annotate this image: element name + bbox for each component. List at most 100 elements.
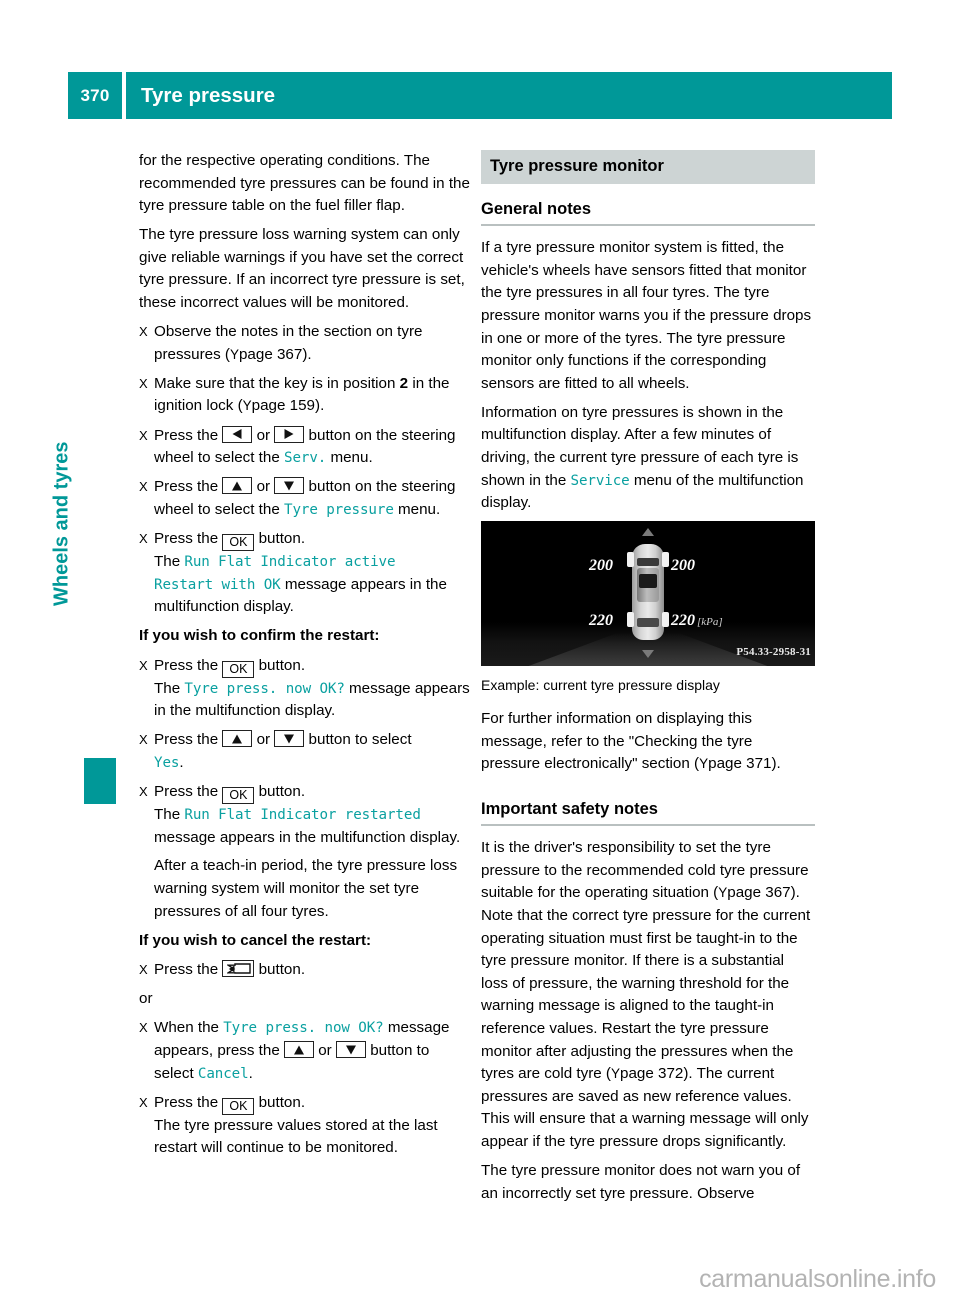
- list-item-sub: The Tyre press. now OK? message appears …: [154, 678, 473, 723]
- list-item-text: When the: [154, 1019, 224, 1037]
- pageref-icon: Y: [699, 756, 709, 772]
- paragraph: for the respective operating conditions.…: [139, 152, 470, 215]
- list-item-text: Press the: [154, 731, 223, 749]
- pressure-value-front-right: 200: [671, 557, 695, 575]
- menu-name: Tyre pressure: [284, 501, 394, 518]
- page-reference: page 372: [620, 1065, 684, 1083]
- display-message: Tyre press. now OK?: [184, 680, 345, 697]
- page-reference: page 367: [727, 884, 791, 902]
- list-item-extra: The tyre pressure values stored at the l…: [154, 1116, 438, 1157]
- paragraph-text: ). Note that the correct tyre pressure f…: [481, 884, 811, 1083]
- figure-image-code: P54.33-2958-31: [736, 645, 811, 658]
- page-reference: page 159: [251, 397, 316, 415]
- rear-direction-arrow-icon: [642, 650, 654, 659]
- chapter-tab-marker: [84, 758, 116, 804]
- car-hood: [637, 558, 659, 567]
- bullet-marker: X: [139, 324, 148, 340]
- display-message: Restart with OK: [154, 576, 281, 593]
- list-item-text-end: ).: [315, 397, 325, 415]
- list-item-text: Press the: [154, 478, 223, 496]
- ok-button-icon: OK: [222, 1097, 255, 1115]
- pressure-value-rear-right: 220: [671, 612, 695, 630]
- vehicle-top-view-icon: [627, 528, 669, 659]
- page-header: 370 Tyre pressure: [68, 72, 892, 119]
- pageref-icon: Y: [718, 885, 728, 901]
- list-item-text: Make sure that the key is in position: [154, 374, 400, 392]
- bullet-marker: X: [139, 1094, 148, 1110]
- bullet-marker: X: [139, 530, 148, 546]
- list-item-text: Press the: [154, 961, 223, 979]
- pageref-icon: Y: [610, 1066, 620, 1082]
- general-notes-heading-wrap: General notes: [481, 198, 815, 227]
- subheading: If you wish to confirm the restart:: [139, 627, 380, 645]
- bullet-marker: X: [139, 479, 148, 495]
- list-item-text-end: message appears in the multifunction dis…: [154, 828, 461, 846]
- tyre-front-left: [627, 552, 634, 568]
- list-item-text: button.: [254, 656, 306, 674]
- ok-button-icon: OK: [222, 660, 255, 678]
- display-message: Run Flat Indicator restarted: [184, 807, 421, 824]
- paragraph: For further information on displaying th…: [481, 708, 815, 776]
- list-item-text: Press the: [154, 1093, 223, 1111]
- section-heading: General notes: [481, 198, 815, 227]
- tyre-front-right: [662, 552, 669, 568]
- bullet-marker: X: [139, 732, 148, 748]
- display-message: Tyre press. now OK?: [223, 1020, 384, 1037]
- paragraph: It is the driver's responsibility to set…: [481, 837, 815, 1153]
- subheading: If you wish to cancel the restart:: [139, 931, 372, 949]
- arrow-up-button-icon: [222, 730, 253, 748]
- pageref-icon: Y: [242, 398, 252, 414]
- bullet-marker: X: [139, 962, 148, 978]
- list-item: X Press the or button on the steering wh…: [139, 425, 473, 470]
- list-item-text: button.: [254, 961, 306, 979]
- display-message: Run Flat Indicator active: [184, 553, 396, 570]
- paragraph: Information on tyre pressures is shown i…: [481, 402, 815, 515]
- page-number: 370: [68, 72, 122, 119]
- front-direction-arrow-icon: [642, 528, 654, 537]
- list-item-extra: After a teach-in period, the tyre pressu…: [154, 857, 458, 920]
- conjunction: or: [314, 1042, 336, 1059]
- car-trunk: [637, 618, 659, 628]
- list-item-sub: The Run Flat Indicator active Restart wit…: [154, 551, 473, 619]
- list-item-text: The: [154, 552, 185, 570]
- chapter-side-label: Wheels and tyres: [50, 441, 73, 607]
- page-reference: page 367: [238, 345, 303, 363]
- arrow-down-button-icon: [274, 730, 305, 748]
- paragraph: If a tyre pressure monitor system is fit…: [481, 239, 812, 392]
- arrow-right-button-icon: [274, 425, 305, 443]
- arrow-down-button-icon: [274, 477, 305, 495]
- left-column: for the respective operating conditions.…: [139, 150, 473, 1166]
- pressure-value-front-left: 200: [589, 557, 613, 575]
- back-button-icon: [222, 960, 255, 978]
- page-reference: page 371: [708, 755, 772, 773]
- list-item: X Press the OK button. The Run Flat Indi…: [139, 781, 473, 923]
- safety-notes-heading-wrap: Important safety notes: [481, 798, 815, 827]
- list-item: X Press the OK button. The tyre pressure…: [139, 1092, 473, 1160]
- list-item-text-end: menu.: [326, 449, 373, 467]
- paragraph: The tyre pressure monitor does not warn …: [481, 1162, 801, 1202]
- arrow-down-button-icon: [335, 1041, 366, 1058]
- list-item-text: Press the: [154, 426, 223, 444]
- list-item: X Observe the notes in the section on ty…: [139, 321, 473, 366]
- tyre-rear-right: [662, 612, 669, 628]
- car-windscreen: [639, 574, 657, 589]
- list-item-text: The: [154, 806, 185, 824]
- bullet-marker: X: [139, 427, 148, 443]
- menu-option: Yes: [154, 755, 180, 772]
- list-item-text: Press the: [154, 783, 223, 801]
- arrow-up-button-icon: [222, 477, 253, 495]
- tyre-pressure-display-figure: 200 200 220 220 [kPa] P54.33-2958-31: [481, 521, 815, 667]
- menu-option: Cancel: [197, 1065, 249, 1082]
- list-item-text: button.: [254, 783, 306, 801]
- list-item: X Make sure that the key is in position …: [139, 373, 473, 418]
- figure-caption: Example: current tyre pressure display: [481, 677, 720, 694]
- tyre-rear-left: [627, 612, 634, 628]
- list-item: X When the Tyre press. now OK? message a…: [139, 1017, 473, 1085]
- conjunction: or: [252, 426, 275, 444]
- list-item-text: Press the: [154, 529, 223, 547]
- list-item-text: button.: [254, 1093, 306, 1111]
- list-item-text-end: .: [248, 1064, 253, 1082]
- list-item-text-end: ).: [302, 345, 312, 363]
- connector-or: or: [139, 990, 153, 1008]
- bullet-marker: X: [139, 784, 148, 800]
